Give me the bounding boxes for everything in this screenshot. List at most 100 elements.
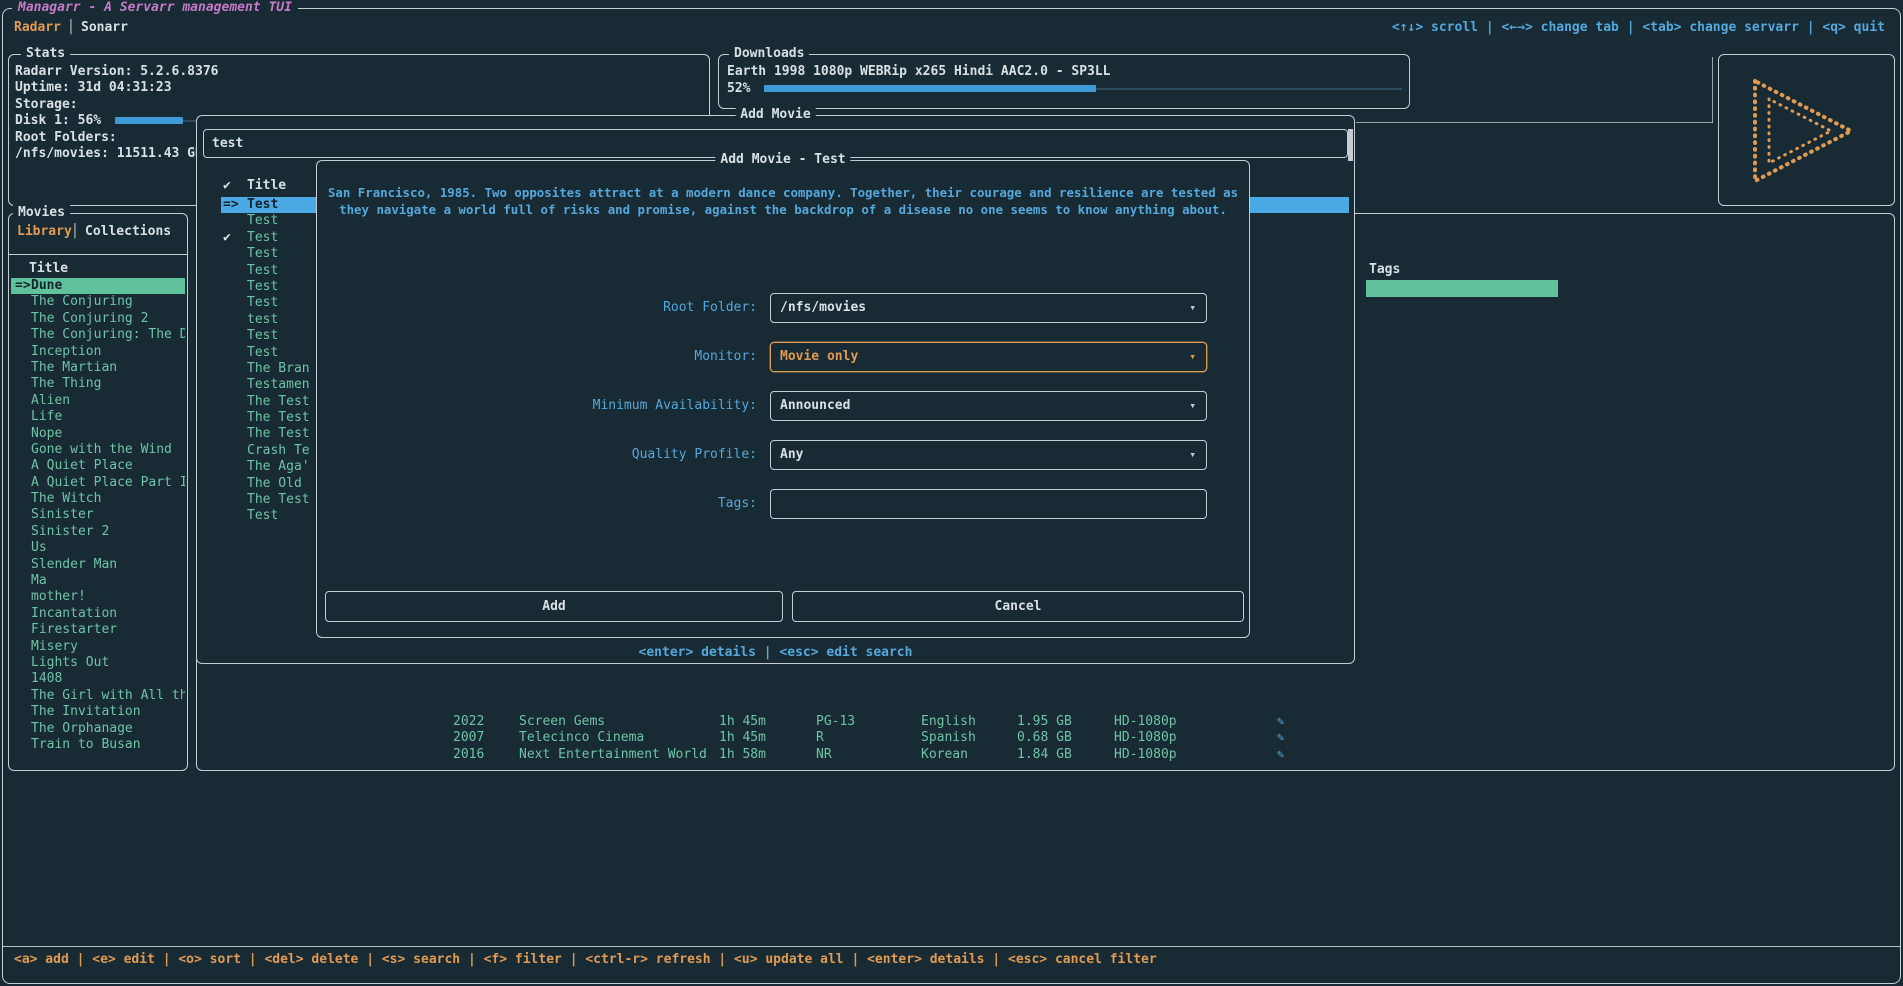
add-movie-popup: Add Movie ✔ Title =>TestTest✔TestTestTes… [196, 115, 1355, 664]
movie-title: Slender Man [31, 557, 117, 572]
movie-list-item[interactable]: mother! [11, 589, 185, 605]
field-label: Monitor: [317, 349, 757, 364]
movie-title: Alien [31, 393, 70, 408]
cell-size: 1.84 GB [1017, 746, 1072, 763]
movies-panel: Movies Library │ Collections Title =>Dun… [8, 213, 188, 771]
tab-sonarr[interactable]: Sonarr [81, 19, 128, 36]
movies-list: =>DuneThe ConjuringThe Conjuring 2The Co… [11, 278, 185, 753]
field-label: Tags: [317, 496, 757, 511]
movie-list-item[interactable]: Misery [11, 639, 185, 655]
results-title-header: Title [247, 178, 286, 193]
table-row[interactable]: 2016Next Entertainment World1h 58mNRKore… [197, 746, 1894, 763]
cell-language: Spanish [921, 729, 976, 746]
movie-list-item[interactable]: The Conjuring: The De [11, 327, 185, 343]
movie-list-item[interactable]: Life [11, 409, 185, 425]
selected-row-tags-cell [1366, 280, 1558, 297]
tab-collections[interactable]: Collections [85, 224, 171, 240]
table-row[interactable]: 2007Telecinco Cinema1h 45mRSpanish0.68 G… [197, 729, 1894, 746]
divider [3, 946, 1900, 947]
residual-border-line [1712, 57, 1713, 123]
cell-size: 0.68 GB [1017, 729, 1072, 746]
movie-list-item[interactable]: Inception [11, 344, 185, 360]
movie-list-item[interactable]: Sinister [11, 507, 185, 523]
movie-title: 1408 [31, 671, 62, 686]
movie-list-item[interactable]: =>Dune [11, 278, 185, 294]
movie-list-item[interactable]: The Girl with All the [11, 688, 185, 704]
add-button[interactable]: Add [325, 591, 783, 622]
result-title: Test [247, 230, 278, 246]
movie-title: The Invitation [31, 704, 141, 719]
cell-rating: R [816, 729, 824, 746]
movie-list-item[interactable]: Sinister 2 [11, 524, 185, 540]
residual-border-line [1356, 122, 1713, 123]
movie-list-item[interactable]: A Quiet Place Part II [11, 475, 185, 491]
result-title: The Test [247, 426, 310, 442]
downloads-panel-title: Downloads [729, 46, 809, 62]
movie-list-item[interactable]: The Orphanage [11, 721, 185, 737]
movie-list-item[interactable]: Firestarter [11, 622, 185, 638]
field-dropdown[interactable]: Announced▾ [770, 391, 1207, 421]
result-title: Crash Te [247, 443, 310, 459]
movies-panel-title: Movies [13, 205, 70, 221]
movie-title: Firestarter [31, 622, 117, 637]
movie-list-item[interactable]: Nope [11, 426, 185, 442]
movie-title: mother! [31, 589, 86, 604]
disk-usage-label: Disk 1: 56% [15, 113, 101, 128]
tab-separator: │ [71, 224, 79, 240]
movie-title: The Conjuring: The De [31, 327, 185, 342]
add-movie-modal: Add Movie - Test San Francisco, 1985. Tw… [316, 160, 1250, 638]
movie-list-item[interactable]: The Conjuring [11, 294, 185, 310]
field-text-input[interactable] [770, 489, 1207, 519]
keybinding-help-top: <↑↓> scroll | <←→> change tab | <tab> ch… [1392, 19, 1885, 36]
movie-list-item[interactable]: Lights Out [11, 655, 185, 671]
cancel-button[interactable]: Cancel [792, 591, 1244, 622]
cell-year: 2022 [453, 713, 484, 730]
tab-radarr[interactable]: Radarr [14, 19, 61, 36]
movie-title: The Orphanage [31, 721, 133, 736]
in-library-check-icon: ✔ [223, 230, 231, 246]
movie-list-item[interactable]: Gone with the Wind [11, 442, 185, 458]
table-row[interactable]: 2022Screen Gems1h 45mPG-13English1.95 GB… [197, 713, 1894, 730]
result-title: The Old [247, 476, 302, 492]
movie-list-item[interactable]: Slender Man [11, 557, 185, 573]
movie-list-item[interactable]: The Thing [11, 376, 185, 392]
movie-list-item[interactable]: The Conjuring 2 [11, 311, 185, 327]
field-value: Announced [780, 398, 850, 413]
field-dropdown[interactable]: Movie only▾ [770, 342, 1207, 372]
movie-list-item[interactable]: Us [11, 540, 185, 556]
download-progress: 52% [727, 81, 1402, 96]
movie-list-item[interactable]: Incantation [11, 606, 185, 622]
movie-list-item[interactable]: The Martian [11, 360, 185, 376]
movie-list-item[interactable]: A Quiet Place [11, 458, 185, 474]
logo-panel [1718, 54, 1895, 206]
form-row: Minimum Availability:Announced▾ [317, 391, 1249, 421]
movie-title: Ma [31, 573, 47, 588]
result-title: The Test [247, 410, 310, 426]
cell-studio: Next Entertainment World [519, 746, 707, 763]
field-value: Movie only [780, 349, 858, 364]
scrollbar-thumb[interactable] [1348, 129, 1353, 161]
movie-title: The Girl with All the [31, 688, 185, 703]
cell-year: 2016 [453, 746, 484, 763]
tab-library[interactable]: Library [17, 224, 72, 240]
cell-quality: HD-1080p [1114, 729, 1177, 746]
field-dropdown[interactable]: Any▾ [770, 440, 1207, 470]
movie-list-item[interactable]: 1408 [11, 671, 185, 687]
movie-list-item[interactable]: Train to Busan [11, 737, 185, 753]
result-title: Test [247, 246, 278, 262]
cell-rating: NR [816, 746, 832, 763]
cell-runtime: 1h 45m [719, 713, 766, 730]
movie-list-item[interactable]: Ma [11, 573, 185, 589]
field-dropdown[interactable]: /nfs/movies▾ [770, 293, 1207, 323]
movie-title: Sinister [31, 507, 94, 522]
movie-list-item[interactable]: Alien [11, 393, 185, 409]
stats-panel-title: Stats [21, 46, 70, 62]
movie-title: The Martian [31, 360, 117, 375]
movie-list-item[interactable]: The Witch [11, 491, 185, 507]
cell-runtime: 1h 45m [719, 729, 766, 746]
movie-title: Gone with the Wind [31, 442, 172, 457]
cell-runtime: 1h 58m [719, 746, 766, 763]
cell-size: 1.95 GB [1017, 713, 1072, 730]
movie-list-item[interactable]: The Invitation [11, 704, 185, 720]
keybinding-help-popup: <enter> details | <esc> edit search [197, 645, 1354, 660]
